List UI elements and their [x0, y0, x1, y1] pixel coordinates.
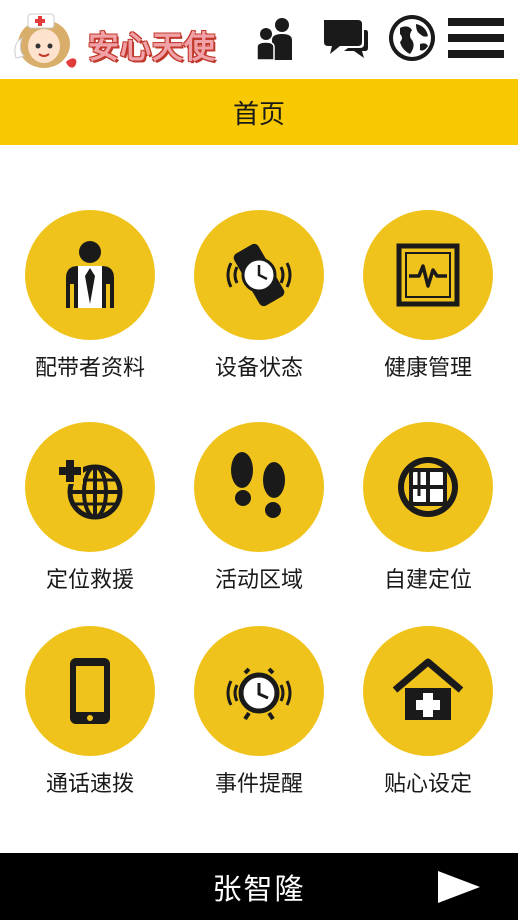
footer-bar: 张智隆: [0, 853, 518, 920]
home-cross-icon: [392, 658, 464, 720]
grid-item-label: 活动区域: [214, 568, 303, 593]
angel-nurse-icon: [14, 13, 77, 68]
footprints-icon: [231, 452, 285, 518]
grid-item-circle: [25, 626, 155, 756]
grid-item-label: 事件提醒: [214, 772, 303, 797]
grid-item-label: 配带者资料: [34, 356, 145, 381]
page-title-bar: 首页: [0, 79, 518, 145]
grid-item-custom-location[interactable]: 自建定位: [344, 422, 512, 594]
grid-item-location-rescue[interactable]: 定位救援: [6, 422, 174, 594]
grid-item-label: 健康管理: [383, 356, 472, 381]
grid-item-circle: [194, 210, 324, 340]
page-title: 首页: [232, 99, 285, 130]
logo-text: 安心天使: [88, 30, 216, 66]
grid-item-wearer-profile[interactable]: 配带者资料: [6, 210, 174, 382]
grid-item-circle: [194, 422, 324, 552]
globe-cross-icon: [57, 458, 123, 520]
watch-signal-icon: [226, 243, 292, 307]
grid-item-event-reminder[interactable]: 事件提醒: [175, 626, 343, 798]
grid-item-label: 通话速拨: [45, 772, 134, 797]
grid-item-speed-dial[interactable]: 通话速拨: [6, 626, 174, 798]
app-header: 安心天使: [0, 0, 518, 79]
grid-item-circle: [363, 626, 493, 756]
grid-item-label: 设备状态: [214, 356, 303, 381]
play-arrow-icon[interactable]: [436, 869, 482, 905]
grid-item-circle: [363, 210, 493, 340]
grid-item-health-management[interactable]: 健康管理: [344, 210, 512, 382]
alarm-clock-icon: [226, 667, 292, 721]
globe-icon[interactable]: [386, 12, 438, 64]
grid-item-label: 自建定位: [383, 568, 472, 593]
chat-icon[interactable]: [318, 12, 370, 64]
people-icon[interactable]: [250, 12, 302, 64]
menu-icon[interactable]: [448, 12, 504, 64]
grid-item-circle: [194, 626, 324, 756]
grid-item-circle: [25, 422, 155, 552]
grid-item-circle: [25, 210, 155, 340]
person-tie-icon: [66, 241, 114, 308]
grid-item-label: 定位救援: [45, 568, 134, 593]
grid-item-circle: [363, 422, 493, 552]
heartbeat-monitor-icon: [396, 243, 460, 307]
app-logo: 安心天使: [10, 4, 220, 74]
map-location-icon: [398, 457, 458, 517]
grid-item-label: 贴心设定: [383, 772, 472, 797]
grid-item-activity-zone[interactable]: 活动区域: [175, 422, 343, 594]
phone-icon: [70, 658, 110, 724]
grid-item-care-settings[interactable]: 贴心设定: [344, 626, 512, 798]
user-name: 张智隆: [212, 871, 306, 906]
grid-item-device-status[interactable]: 设备状态: [175, 210, 343, 382]
